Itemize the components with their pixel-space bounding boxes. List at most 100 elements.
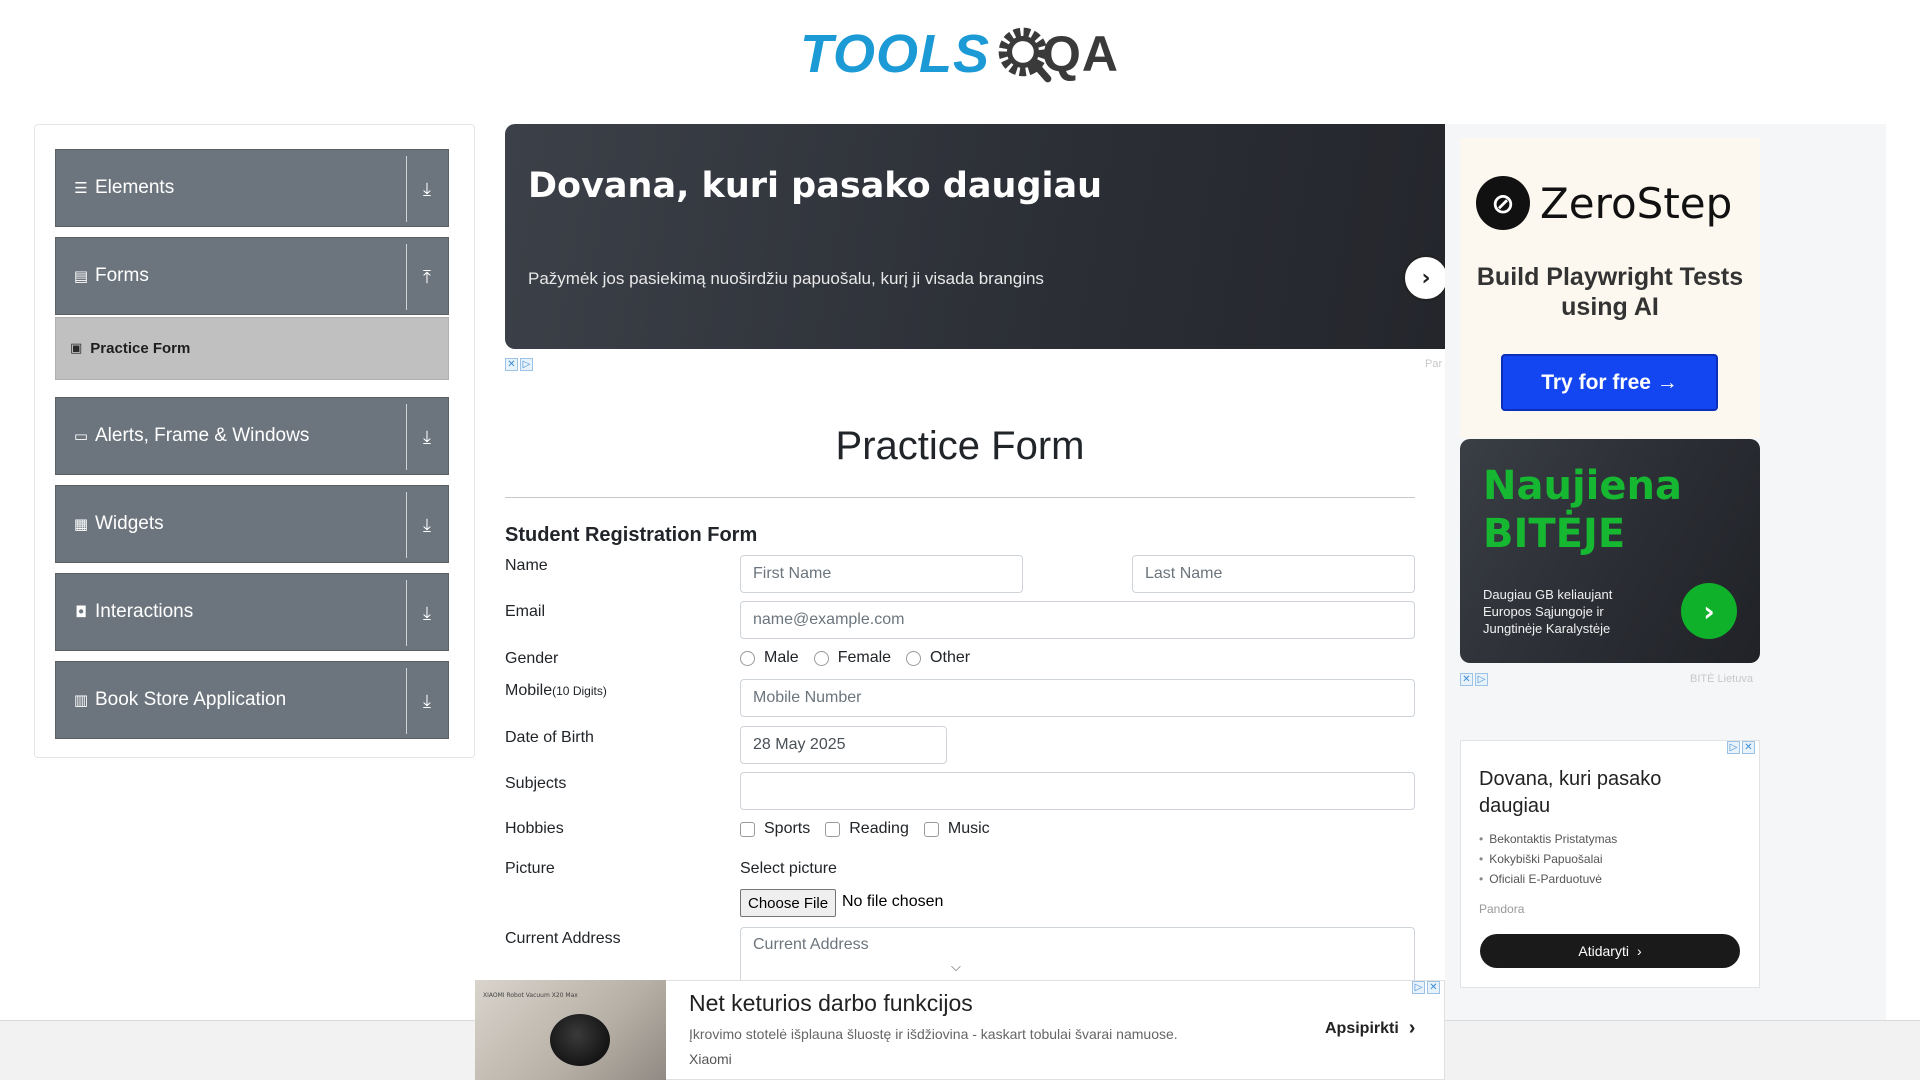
zerostep-logo-icon: ⊘ xyxy=(1476,176,1530,230)
sidebar-item-practice-form[interactable]: ▣ Practice Form xyxy=(55,317,449,380)
sidebar-group-alerts[interactable]: ▭ Alerts, Frame & Windows ⤓ xyxy=(55,397,449,475)
subjects-label: Subjects xyxy=(505,775,567,792)
window-icon: ▭ xyxy=(73,427,89,445)
hobby-option-sports[interactable]: Sports xyxy=(740,820,810,838)
zerostep-logo: ⊘ ZeroStep xyxy=(1476,176,1732,230)
checkbox[interactable] xyxy=(740,821,755,837)
document-icon: ▤ xyxy=(73,267,89,285)
name-label: Name xyxy=(505,557,548,574)
hobby-option-reading[interactable]: Reading xyxy=(825,820,909,838)
mobile-input[interactable]: Mobile Number xyxy=(740,679,1415,717)
gender-option-other[interactable]: Other xyxy=(906,649,970,667)
adchoices-icon[interactable]: ▷ ✕ xyxy=(1727,741,1755,754)
gender-label: Gender xyxy=(505,650,559,667)
form-section-title: Student Registration Form xyxy=(505,524,758,546)
current-address-textarea[interactable]: Current Address xyxy=(740,927,1415,983)
sidebar-group-book-store[interactable]: ▥ Book Store Application ⤓ xyxy=(55,661,449,739)
list-item: Oficiali E-Parduotuvė xyxy=(1479,869,1617,889)
option-label: Other xyxy=(930,649,971,666)
form-icon: ▣ xyxy=(70,341,83,356)
first-name-input[interactable]: First Name xyxy=(740,555,1023,593)
download-icon[interactable]: ⤓ xyxy=(414,687,440,715)
radio-button[interactable] xyxy=(906,650,922,666)
sidebar-group-label: Interactions xyxy=(95,601,194,622)
bite-headline: Naujiena BITĖJE xyxy=(1483,462,1682,558)
gender-option-female[interactable]: Female xyxy=(813,649,891,667)
divider xyxy=(406,156,407,222)
chevron-down-icon: ⌵ xyxy=(951,960,961,975)
select-picture-label: Select picture xyxy=(740,860,837,877)
download-icon[interactable]: ⤓ xyxy=(414,511,440,539)
dob-label: Date of Birth xyxy=(505,729,594,746)
mobile-label-text: Mobile xyxy=(505,682,553,699)
download-icon[interactable]: ⤓ xyxy=(414,175,440,203)
adchoices-icon[interactable]: ▷ ✕ xyxy=(1412,981,1440,994)
chevron-right-icon: › xyxy=(1636,943,1642,959)
shop-button[interactable]: Apsipirkti › xyxy=(1325,1017,1415,1040)
radio-button[interactable] xyxy=(813,650,829,666)
ad-subtitle: Pažymėk jos pasiekimą nuoširdžiu papuoša… xyxy=(528,269,1044,288)
upload-icon[interactable]: ⤒ xyxy=(414,263,440,291)
option-label: Male xyxy=(764,649,799,666)
interactions-icon: ◘ xyxy=(75,603,87,621)
hobbies-checkbox-group: Sports Reading Music xyxy=(740,820,1005,838)
list-item: Bekontaktis Pristatymas xyxy=(1479,829,1617,849)
divider xyxy=(406,580,407,646)
date-of-birth-input[interactable]: 28 May 2025 xyxy=(740,726,947,764)
divider xyxy=(406,404,407,470)
menu-icon: ☰ xyxy=(74,179,88,197)
ad-credit: Par xyxy=(1425,358,1443,370)
choose-file-button[interactable]: Choose File xyxy=(740,889,837,917)
option-label: Music xyxy=(947,820,990,837)
last-name-input[interactable]: Last Name xyxy=(1132,555,1415,593)
checkbox[interactable] xyxy=(923,821,939,837)
picture-label: Picture xyxy=(505,860,555,877)
bite-headline-line1: Naujiena xyxy=(1483,463,1682,509)
toolsqa-logo[interactable]: TOOLS QA xyxy=(800,14,1125,94)
chevron-right-icon[interactable]: › xyxy=(1403,255,1449,301)
bottom-ad-subtitle: Įkrovimo stotelė išplauna šluostę ir išd… xyxy=(689,1026,1178,1042)
hobbies-label: Hobbies xyxy=(505,820,564,837)
sidebar-group-label: Elements xyxy=(95,177,175,198)
shop-button-label: Apsipirkti xyxy=(1325,1019,1399,1037)
sidebar-group-label: Widgets xyxy=(95,513,164,534)
grid-icon: ▦ xyxy=(73,515,89,533)
chevron-right-icon[interactable]: › xyxy=(1681,583,1737,639)
open-button[interactable]: Atidaryti › xyxy=(1480,934,1740,968)
logo-tools-text: TOOLS xyxy=(800,24,991,84)
radio-button[interactable] xyxy=(740,650,755,666)
mobile-hint: (10 Digits) xyxy=(552,684,607,698)
email-input[interactable]: name@example.com xyxy=(740,601,1415,639)
download-icon[interactable]: ⤓ xyxy=(414,599,440,627)
checkbox[interactable] xyxy=(825,821,841,837)
divider xyxy=(505,497,1415,498)
bottom-ad-title: Net keturios darbo funkcijos xyxy=(689,990,973,1016)
hobby-option-music[interactable]: Music xyxy=(923,820,990,838)
option-label: Reading xyxy=(849,820,909,837)
email-label: Email xyxy=(505,603,546,620)
sidebar-group-widgets[interactable]: ▦ Widgets ⤓ xyxy=(55,485,449,563)
mobile-label: Mobile(10 Digits) xyxy=(505,682,607,700)
option-label: Sports xyxy=(764,820,811,837)
top-banner-ad[interactable]: Dovana, kuri pasako daugiau Pažymėk jos … xyxy=(505,124,1445,349)
divider xyxy=(406,492,407,558)
sidebar-group-interactions[interactable]: ◘ Interactions ⤓ xyxy=(55,573,449,651)
zerostep-tagline: Build Playwright Tests using AI xyxy=(1476,263,1744,321)
try-for-free-button[interactable]: Try for free → xyxy=(1501,354,1718,411)
ad-credit: BITĖ Lietuva xyxy=(1690,673,1753,685)
page-title: Practice Form xyxy=(835,424,1085,468)
logo-qa-text: QA xyxy=(1042,26,1120,82)
bite-text: Daugiau GB keliaujant Europos Sąjungoje … xyxy=(1483,587,1613,636)
gender-option-male[interactable]: Male xyxy=(740,649,799,667)
adchoices-icon[interactable]: ✕ ▷ xyxy=(1460,673,1488,686)
bottom-ad-brand: Xiaomi xyxy=(689,1051,732,1067)
subjects-input[interactable] xyxy=(740,772,1415,810)
download-icon[interactable]: ⤓ xyxy=(414,423,440,451)
file-status: No file chosen xyxy=(842,893,944,910)
sidebar-group-elements[interactable]: ☰ Elements ⤓ xyxy=(55,149,449,227)
adchoices-icon[interactable]: ✕ ▷ xyxy=(505,358,533,371)
gender-radio-group: Male Female Other xyxy=(740,649,985,667)
books-icon: ▥ xyxy=(73,691,89,709)
sidebar-group-forms[interactable]: ▤ Forms ⤒ xyxy=(55,237,449,315)
address-label: Current Address xyxy=(505,930,621,947)
